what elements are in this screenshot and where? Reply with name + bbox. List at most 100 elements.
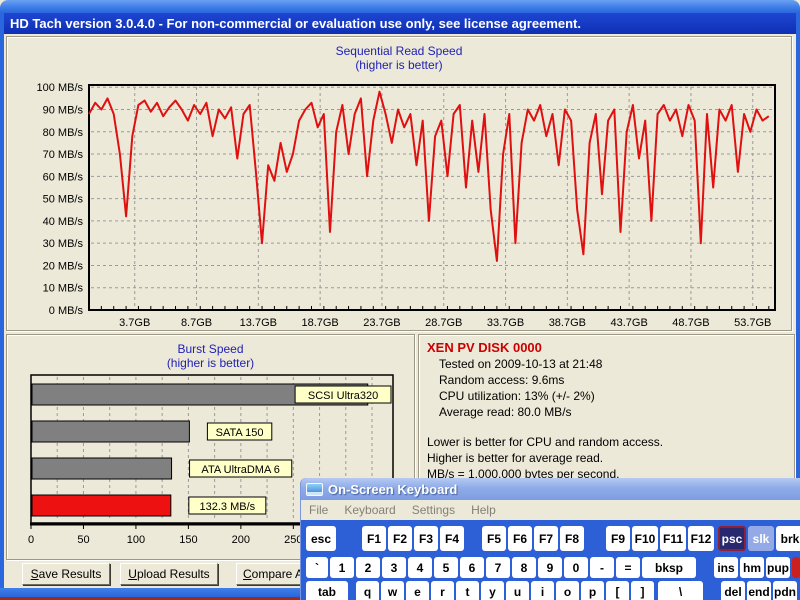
save-results-button[interactable]: Save Results bbox=[22, 563, 110, 585]
info-random-access: Random access: 9.6ms bbox=[427, 372, 786, 388]
key-t[interactable]: t bbox=[456, 581, 479, 600]
y-tick-label: 90 MB/s bbox=[43, 105, 84, 117]
chart-title-line2: (higher is better) bbox=[7, 58, 791, 72]
osk-number-row: `1234567890-=bkspinshmpup bbox=[306, 557, 800, 578]
key-hm[interactable]: hm bbox=[740, 557, 764, 578]
key-f3[interactable]: F3 bbox=[414, 526, 438, 551]
bar-label: ATA UltraDMA 6 bbox=[201, 464, 279, 476]
key-8[interactable]: 8 bbox=[512, 557, 536, 578]
info-cpu-utilization: CPU utilization: 13% (+/- 2%) bbox=[427, 388, 786, 404]
key-f8[interactable]: F8 bbox=[560, 526, 584, 551]
key-i[interactable]: i bbox=[531, 581, 554, 600]
key-brk[interactable]: brk bbox=[776, 526, 800, 551]
key-del[interactable]: del bbox=[721, 581, 745, 600]
key-red-sliver[interactable] bbox=[792, 557, 800, 578]
info-tested-on: Tested on 2009-10-13 at 21:48 bbox=[427, 356, 786, 372]
device-name: XEN PV DISK 0000 bbox=[427, 340, 786, 356]
sequential-chart-title: Sequential Read Speed (higher is better) bbox=[7, 44, 791, 72]
title-banner: HD Tach version 3.0.4.0 - For non-commer… bbox=[0, 13, 800, 34]
x-tick-label: 3.7GB bbox=[119, 317, 150, 328]
key-0[interactable]: 0 bbox=[564, 557, 588, 578]
osk-title: On-Screen Keyboard bbox=[328, 482, 457, 497]
key-f10[interactable]: F10 bbox=[632, 526, 658, 551]
y-tick-label: 20 MB/s bbox=[43, 260, 84, 272]
burst-tick-label: 200 bbox=[232, 534, 250, 546]
key-esc[interactable]: esc bbox=[306, 526, 336, 551]
x-tick-label: 13.7GB bbox=[240, 317, 277, 328]
osk-tab-row: tabqwertyuiop[]\ delendpdn bbox=[306, 581, 797, 600]
key-9[interactable]: 9 bbox=[538, 557, 562, 578]
key-1[interactable]: 1 bbox=[330, 557, 354, 578]
key-5[interactable]: 5 bbox=[434, 557, 458, 578]
y-tick-label: 70 MB/s bbox=[43, 149, 84, 161]
key-o[interactable]: o bbox=[556, 581, 579, 600]
key-end[interactable]: end bbox=[747, 581, 771, 600]
bar-label: 132.3 MB/s bbox=[199, 501, 255, 513]
key-e[interactable]: e bbox=[406, 581, 429, 600]
menu-help[interactable]: Help bbox=[463, 503, 504, 517]
key-red-sliver[interactable]: ` bbox=[306, 557, 328, 578]
sequential-read-chart: 0 MB/s10 MB/s20 MB/s30 MB/s40 MB/s50 MB/… bbox=[9, 76, 789, 328]
y-tick-label: 0 MB/s bbox=[49, 305, 84, 317]
menu-file[interactable]: File bbox=[301, 503, 336, 517]
x-tick-label: 18.7GB bbox=[301, 317, 338, 328]
bar-label: SCSI Ultra320 bbox=[308, 390, 378, 402]
key-slk[interactable]: slk bbox=[748, 526, 774, 551]
y-tick-label: 10 MB/s bbox=[43, 283, 84, 295]
upload-results-button[interactable]: Upload Results bbox=[120, 563, 218, 585]
osk-titlebar[interactable]: On-Screen Keyboard bbox=[301, 478, 800, 500]
key-f11[interactable]: F11 bbox=[660, 526, 686, 551]
y-tick-label: 100 MB/s bbox=[37, 82, 84, 94]
key-w[interactable]: w bbox=[381, 581, 404, 600]
x-tick-label: 33.7GB bbox=[487, 317, 524, 328]
burst-chart-title: Burst Speed (higher is better) bbox=[7, 342, 414, 370]
key-q[interactable]: q bbox=[356, 581, 379, 600]
x-tick-label: 28.7GB bbox=[425, 317, 462, 328]
key-y[interactable]: y bbox=[481, 581, 504, 600]
key-f2[interactable]: F2 bbox=[388, 526, 412, 551]
key-7[interactable]: 7 bbox=[486, 557, 510, 578]
key-red-sliver[interactable]: - bbox=[590, 557, 614, 578]
key-red-sliver[interactable]: ] bbox=[631, 581, 654, 600]
chart-title-line1: Sequential Read Speed bbox=[7, 44, 791, 58]
key-6[interactable]: 6 bbox=[460, 557, 484, 578]
key-f1[interactable]: F1 bbox=[362, 526, 386, 551]
key-f9[interactable]: F9 bbox=[606, 526, 630, 551]
burst-tick-label: 100 bbox=[127, 534, 145, 546]
key-3[interactable]: 3 bbox=[382, 557, 406, 578]
key-red-sliver[interactable]: = bbox=[616, 557, 640, 578]
x-tick-label: 8.7GB bbox=[181, 317, 212, 328]
key-tab[interactable]: tab bbox=[306, 581, 348, 600]
key-2[interactable]: 2 bbox=[356, 557, 380, 578]
y-tick-label: 30 MB/s bbox=[43, 238, 84, 250]
key-psc[interactable]: psc bbox=[718, 526, 746, 551]
key-r[interactable]: r bbox=[431, 581, 454, 600]
osk-keys-area: escF1F2F3F4F5F6F7F8F9F10F11F12pscslkbrk … bbox=[301, 521, 800, 600]
key-red-sliver[interactable]: [ bbox=[606, 581, 629, 600]
key-bksp[interactable]: bksp bbox=[642, 557, 696, 578]
key-p[interactable]: p bbox=[581, 581, 604, 600]
bar-label: SATA 150 bbox=[216, 427, 264, 439]
key-f4[interactable]: F4 bbox=[440, 526, 464, 551]
menu-settings[interactable]: Settings bbox=[404, 503, 463, 517]
key-4[interactable]: 4 bbox=[408, 557, 432, 578]
key-u[interactable]: u bbox=[506, 581, 529, 600]
keyboard-icon bbox=[306, 483, 323, 496]
key-red-sliver[interactable]: \ bbox=[658, 581, 703, 600]
key-pup[interactable]: pup bbox=[766, 557, 790, 578]
key-ins[interactable]: ins bbox=[714, 557, 738, 578]
y-tick-label: 80 MB/s bbox=[43, 127, 84, 139]
osk-menubar: File Keyboard Settings Help bbox=[301, 500, 800, 520]
on-screen-keyboard-window: On-Screen Keyboard File Keyboard Setting… bbox=[300, 478, 800, 600]
key-f5[interactable]: F5 bbox=[482, 526, 506, 551]
key-f12[interactable]: F12 bbox=[688, 526, 714, 551]
chart-title-line2: (higher is better) bbox=[7, 356, 414, 370]
key-pdn[interactable]: pdn bbox=[773, 581, 797, 600]
y-tick-label: 40 MB/s bbox=[43, 216, 84, 228]
x-tick-label: 38.7GB bbox=[549, 317, 586, 328]
key-f6[interactable]: F6 bbox=[508, 526, 532, 551]
note-lower-better: Lower is better for CPU and random acces… bbox=[427, 434, 786, 450]
key-f7[interactable]: F7 bbox=[534, 526, 558, 551]
menu-keyboard[interactable]: Keyboard bbox=[336, 503, 403, 517]
burst-tick-label: 50 bbox=[77, 534, 89, 546]
